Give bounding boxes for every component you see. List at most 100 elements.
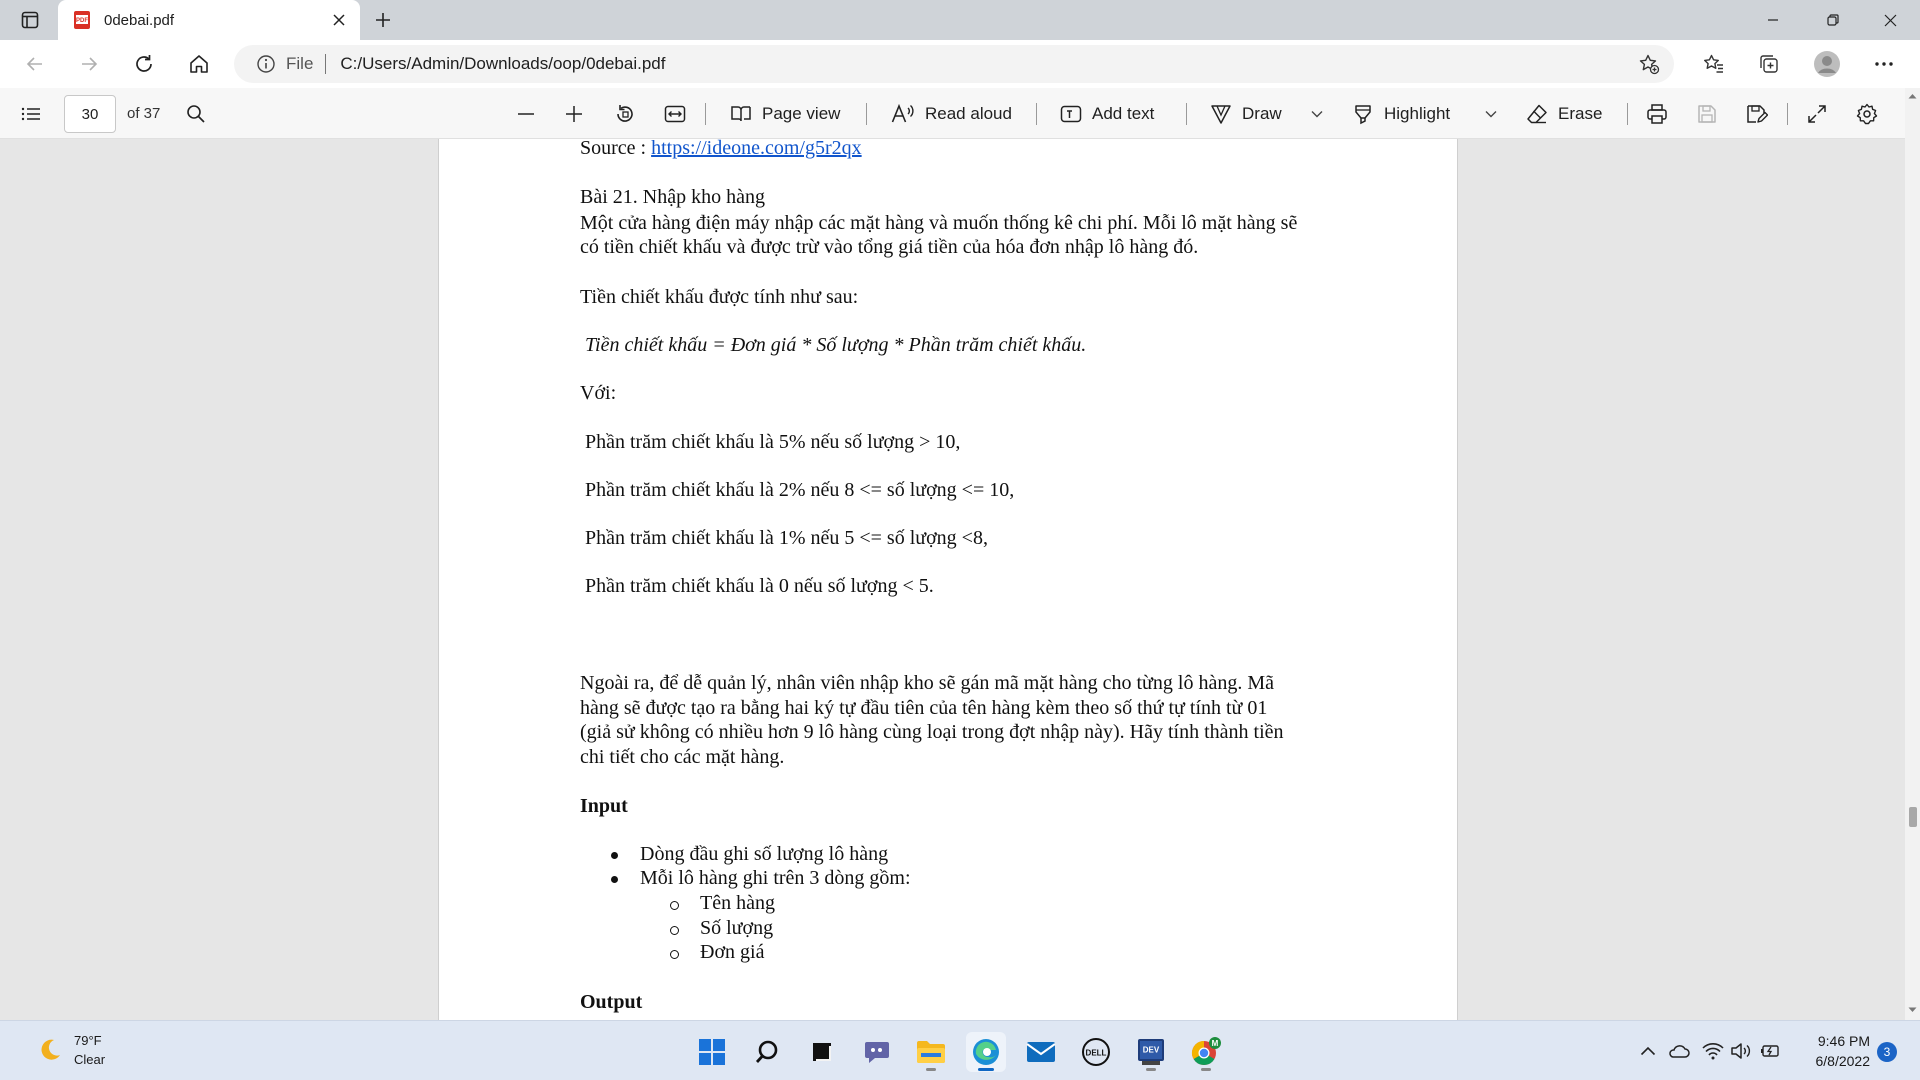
save-button[interactable]: [1691, 98, 1723, 130]
fullscreen-button[interactable]: [1801, 98, 1833, 130]
page-count-label: of 37: [127, 105, 161, 122]
tab-actions-button[interactable]: [14, 7, 46, 33]
battery-button[interactable]: [1757, 1039, 1781, 1063]
task-view-button[interactable]: [802, 1032, 842, 1072]
active-indicator: [978, 1068, 994, 1071]
page-view-label: Page view: [762, 104, 841, 123]
search-icon: [187, 105, 205, 123]
page-number-input[interactable]: 30: [64, 95, 116, 133]
draw-pen-icon: [1211, 105, 1231, 124]
settings-more-button[interactable]: [1866, 46, 1902, 82]
home-button[interactable]: [181, 46, 217, 82]
zoom-in-button[interactable]: [558, 98, 590, 130]
read-aloud-label: Read aloud: [925, 104, 1012, 123]
vertical-scrollbar[interactable]: [1905, 88, 1920, 1020]
source-link[interactable]: https://ideone.com/g5r2qx: [651, 139, 862, 159]
restore-button[interactable]: [1803, 0, 1863, 40]
close-icon: [1884, 14, 1896, 26]
scrollbar-thumb[interactable]: [1909, 807, 1917, 827]
speaker-icon: [1731, 1043, 1751, 1059]
show-hidden-icons-button[interactable]: [1636, 1039, 1660, 1063]
refresh-icon: [136, 55, 152, 72]
draw-button[interactable]: Draw: [1210, 97, 1282, 131]
info-icon[interactable]: [256, 54, 276, 74]
page-view-button[interactable]: Page view: [730, 97, 840, 131]
scroll-up-arrow-icon[interactable]: [1908, 92, 1917, 101]
forward-button[interactable]: [71, 46, 107, 82]
volume-button[interactable]: [1729, 1039, 1753, 1063]
refresh-button[interactable]: [126, 46, 162, 82]
avatar-icon: [1814, 51, 1840, 77]
pdf-viewer[interactable]: Source : https://ideone.com/g5r2qx Bài 2…: [0, 139, 1905, 1020]
notification-badge[interactable]: 3: [1877, 1042, 1897, 1062]
print-button[interactable]: [1641, 98, 1673, 130]
collections-button[interactable]: [1751, 46, 1787, 82]
minus-icon: [518, 113, 534, 115]
svg-text:PDF: PDF: [76, 18, 88, 24]
dev-cpp-button[interactable]: DEV: [1131, 1032, 1171, 1072]
draw-label: Draw: [1242, 104, 1282, 123]
scroll-down-arrow-icon[interactable]: [1908, 1005, 1917, 1014]
chevron-up-icon: [1640, 1046, 1656, 1056]
table-of-contents-button[interactable]: [15, 98, 47, 130]
onedrive-button[interactable]: [1667, 1039, 1691, 1063]
paragraph-line: Ngoài ra, để dễ quản lý, nhân viên nhập …: [580, 672, 1274, 694]
browser-tab[interactable]: PDF 0debai.pdf: [58, 0, 360, 40]
start-button[interactable]: [692, 1032, 732, 1072]
address-url[interactable]: C:/Users/Admin/Downloads/oop/0debai.pdf: [340, 54, 665, 74]
weather-temperature: 79°F: [74, 1033, 102, 1048]
close-tab-button[interactable]: [324, 5, 354, 35]
paragraph-line: hàng sẽ được tạo ra bằng hai ký tự đầu t…: [580, 697, 1268, 719]
discount-rule: Phần trăm chiết khấu là 1% nếu 5 <= số l…: [585, 527, 988, 549]
edge-taskbar-button[interactable]: [966, 1032, 1006, 1072]
rotate-button[interactable]: [609, 98, 641, 130]
add-text-button[interactable]: Add text: [1060, 97, 1154, 131]
address-bar[interactable]: File C:/Users/Admin/Downloads/oop/0debai…: [234, 45, 1674, 83]
minimize-button[interactable]: [1743, 0, 1803, 40]
fit-to-width-button[interactable]: [659, 98, 691, 130]
navigation-bar: File C:/Users/Admin/Downloads/oop/0debai…: [0, 40, 1920, 88]
profile-button[interactable]: [1809, 46, 1845, 82]
system-clock[interactable]: 9:46 PM 6/8/2022: [1800, 1031, 1871, 1071]
close-window-button[interactable]: [1860, 0, 1920, 40]
plus-icon: [376, 13, 390, 27]
new-tab-button[interactable]: [368, 5, 398, 35]
rotate-icon: [617, 105, 633, 122]
chevron-down-icon: [1485, 111, 1497, 118]
expand-icon: [1808, 105, 1826, 123]
zoom-out-button[interactable]: [510, 98, 542, 130]
toolbar-separator: [1787, 103, 1788, 125]
printer-icon: [1647, 104, 1667, 124]
mail-taskbar-button[interactable]: [1021, 1032, 1061, 1072]
highlight-button[interactable]: Highlight: [1352, 97, 1450, 131]
find-button[interactable]: [180, 98, 212, 130]
add-text-icon: [1060, 105, 1082, 123]
task-view-icon: [813, 1043, 831, 1061]
add-favorite-icon[interactable]: [1638, 53, 1660, 75]
save-as-button[interactable]: [1741, 98, 1773, 130]
windows-logo-icon: [699, 1039, 725, 1065]
read-aloud-icon: [891, 104, 914, 123]
intro-line-1: Một cửa hàng điện máy nhập các mặt hàng …: [580, 212, 1298, 234]
pdf-settings-button[interactable]: [1851, 98, 1883, 130]
favorites-button[interactable]: [1696, 46, 1732, 82]
highlight-options-dropdown[interactable]: [1475, 98, 1507, 130]
search-taskbar-button[interactable]: [747, 1032, 787, 1072]
moon-icon: [41, 1039, 60, 1060]
read-aloud-button[interactable]: Read aloud: [891, 97, 1012, 131]
chrome-taskbar-button[interactable]: M: [1186, 1032, 1226, 1072]
clock-date: 6/8/2022: [1815, 1053, 1871, 1069]
output-heading: Output: [580, 991, 643, 1013]
arrow-right-icon: [82, 57, 98, 71]
input-sub-item: Số lượng: [700, 917, 774, 939]
weather-widget[interactable]: 79°F Clear: [36, 1031, 105, 1069]
file-explorer-button[interactable]: [911, 1032, 951, 1072]
eraser-icon: [1527, 104, 1547, 124]
erase-button[interactable]: Erase: [1526, 97, 1602, 131]
dell-app-button[interactable]: DELL: [1076, 1032, 1116, 1072]
back-button[interactable]: [17, 46, 53, 82]
tab-strip: PDF 0debai.pdf: [0, 0, 1920, 40]
draw-options-dropdown[interactable]: [1301, 98, 1333, 130]
wifi-button[interactable]: [1701, 1039, 1725, 1063]
teams-chat-button[interactable]: [857, 1032, 897, 1072]
